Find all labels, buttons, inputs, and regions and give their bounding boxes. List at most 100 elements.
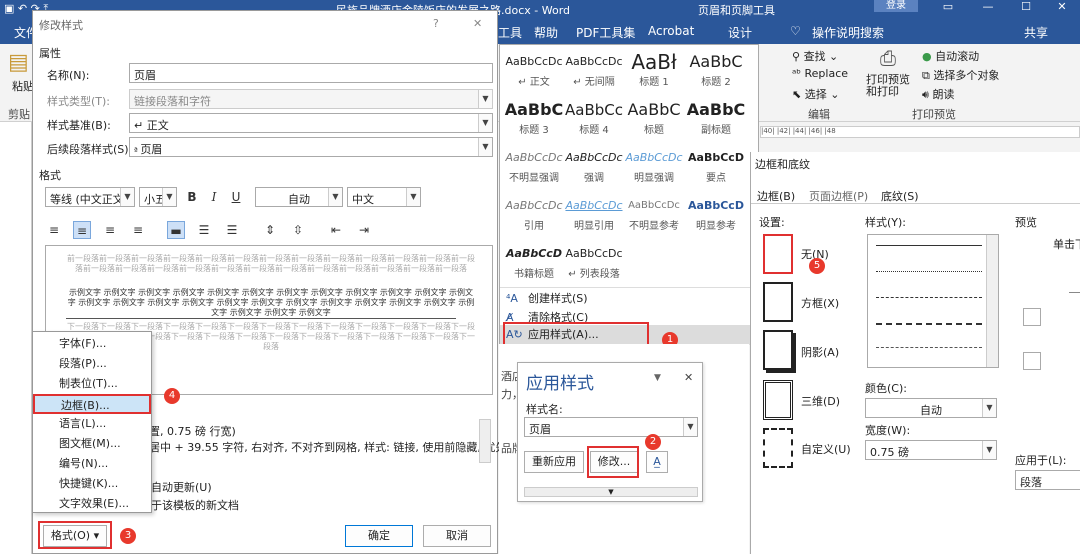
line-style-scrollbar[interactable] [986,235,998,367]
setting-box-icon[interactable] [763,282,793,322]
setting-3d-label[interactable]: 三维(D) [801,393,840,409]
style-item[interactable]: AaBbC 标题 3 [504,99,564,143]
increase-indent-icon[interactable]: ⇥ [355,221,373,239]
tab-acrobat[interactable]: Acrobat [648,24,694,38]
tab-page-border[interactable]: 页面边框(P) [809,188,868,204]
tell-me-box[interactable]: 操作说明搜索 [812,24,884,41]
style-name-input[interactable]: 页眉 ▼ [524,417,698,437]
menu-item-font[interactable]: 字体(F)... [33,334,151,354]
line-style-dash-dot[interactable] [876,347,982,348]
font-size-select[interactable]: 小五 ▼ [139,187,177,207]
style-item[interactable]: AaBbCc 标题 4 [564,99,624,143]
line-spacing-15-icon[interactable]: ☰ [195,221,213,239]
expand-icon[interactable]: ▼ [524,487,698,497]
style-item[interactable]: AaBbCcDc 引用 [504,195,564,239]
setting-custom-label[interactable]: 自定义(U) [801,441,851,457]
read-aloud-button[interactable]: 🔊︎ 朗读 [922,86,954,102]
find-button[interactable]: ⚲ 查找 ⌄ [792,48,838,64]
auto-scroll-button[interactable]: ● 自动滚动 [922,48,979,64]
line-style-list[interactable] [867,234,999,368]
dropdown-caret-icon[interactable]: ▼ [654,373,661,383]
auto-update-checkbox[interactable]: 自动更新(U) [151,479,212,495]
paste-label[interactable]: 粘贴 [12,78,34,94]
menu-item-tabs[interactable]: 制表位(T)... [33,374,151,394]
menu-item-frame[interactable]: 图文框(M)... [33,434,151,454]
ok-button[interactable]: 确定 [345,525,413,547]
minimize-icon[interactable]: — [970,0,1006,18]
help-icon[interactable]: ? [433,17,439,30]
align-center-icon[interactable]: ≡ [73,221,91,239]
print-preview-icon[interactable]: ⎙ [880,46,896,70]
menu-item-paragraph[interactable]: 段落(P)... [33,354,151,374]
create-style-item[interactable]: ⁴A 创建样式(S) [500,289,758,309]
close-window-icon[interactable]: ✕ [1044,0,1080,18]
line-style-solid[interactable] [876,245,982,246]
style-item[interactable]: AaBbCcDc ↵ 无间隔 [564,51,624,95]
name-input[interactable]: 页眉 [129,63,493,83]
justify-icon[interactable]: ≡ [129,221,147,239]
menu-item-text-effects[interactable]: 文字效果(E)... [33,494,151,514]
close-icon[interactable]: ✕ [684,371,693,384]
language-select[interactable]: 中文 ▼ [347,187,421,207]
line-spacing-single-icon[interactable]: ▬ [167,221,185,239]
next-style-select[interactable]: ª 页眉 ▼ [129,137,493,157]
decrease-spacing-icon[interactable]: ⇳ [289,221,307,239]
style-item[interactable]: AaBbC 副标题 [686,99,746,143]
select-button[interactable]: ⬉ 选择 ⌄ [792,86,839,102]
style-item[interactable]: AaBbCcDc ↵ 正文 [504,51,564,95]
login-button[interactable]: 登录 [874,0,918,12]
setting-box-label[interactable]: 方框(X) [801,295,839,311]
top-border-button[interactable] [1023,308,1041,326]
color-select[interactable]: 自动 ▼ [865,398,997,418]
style-item[interactable]: AaBbCcDc 明显强调 [624,147,684,191]
maximize-icon[interactable]: ☐ [1008,0,1044,18]
based-on-select[interactable]: ↵ 正文 ▼ [129,113,493,133]
increase-spacing-icon[interactable]: ⇕ [261,221,279,239]
style-item[interactable]: AaBbCcD 要点 [686,147,746,191]
reapply-button[interactable]: 重新应用 [524,451,584,473]
line-style-dashed[interactable] [876,297,982,298]
setting-shadow-icon[interactable] [763,330,793,370]
close-icon[interactable]: ✕ [473,17,482,30]
tab-tools[interactable]: 工具 [498,24,522,41]
bold-button[interactable]: B [183,188,201,206]
style-item[interactable]: AaBbCcDc 不明显参考 [624,195,684,239]
tab-shading[interactable]: 底纹(S) [881,188,919,204]
new-documents-radio[interactable]: 于该模板的新文档 [151,497,239,513]
menu-item-language[interactable]: 语言(L)... [33,414,151,434]
style-item[interactable]: AaBbC 标题 [624,99,684,143]
setting-3d-icon[interactable] [763,380,793,420]
style-item[interactable]: AaBbCcD 明显参考 [686,195,746,239]
setting-none-icon[interactable] [763,234,793,274]
replace-button[interactable]: ᵃᵇ Replace [792,67,848,80]
decrease-indent-icon[interactable]: ⇤ [327,221,345,239]
ribbon-display-icon[interactable]: ▭ [930,0,966,18]
font-select[interactable]: 等线 (中文正文) ▼ [45,187,135,207]
description-scrollbar[interactable] [479,419,491,463]
italic-button[interactable]: I [205,188,223,206]
print-preview-label[interactable]: 打印预览和打印 [866,74,916,98]
share-button[interactable]: 共享 [1024,24,1048,41]
setting-custom-icon[interactable] [763,428,793,468]
style-item[interactable]: AaBł 标题 1 [624,51,684,95]
paste-icon[interactable]: ▤ [8,50,29,75]
apply-to-select[interactable]: 段落 [1015,470,1080,490]
select-multiple-button[interactable]: ⧉ 选择多个对象 [922,67,999,83]
underline-button[interactable]: U [227,188,245,206]
menu-item-shortcut[interactable]: 快捷键(K)... [33,474,151,494]
style-item[interactable]: AaBbC 标题 2 [686,51,746,95]
align-left-icon[interactable]: ≡ [45,221,63,239]
line-style-long-dash[interactable] [876,323,982,325]
font-color-select[interactable]: 自动 ▼ [255,187,343,207]
line-style-dotted[interactable] [876,271,982,272]
middle-border-button[interactable] [1023,352,1041,370]
align-right-icon[interactable]: ≡ [101,221,119,239]
tab-design[interactable]: 设计 [728,24,752,41]
style-item[interactable]: AaBbCcDc 明显引用 [564,195,624,239]
style-item[interactable]: AaBbCcDc 不明显强调 [504,147,564,191]
tab-help[interactable]: 帮助 [534,24,558,41]
style-item[interactable]: AaBbCcDc ↵ 列表段落 [564,243,624,287]
cancel-button[interactable]: 取消 [423,525,491,547]
styles-pane-icon[interactable]: A̲ [646,451,668,473]
line-spacing-double-icon[interactable]: ☰ [223,221,241,239]
